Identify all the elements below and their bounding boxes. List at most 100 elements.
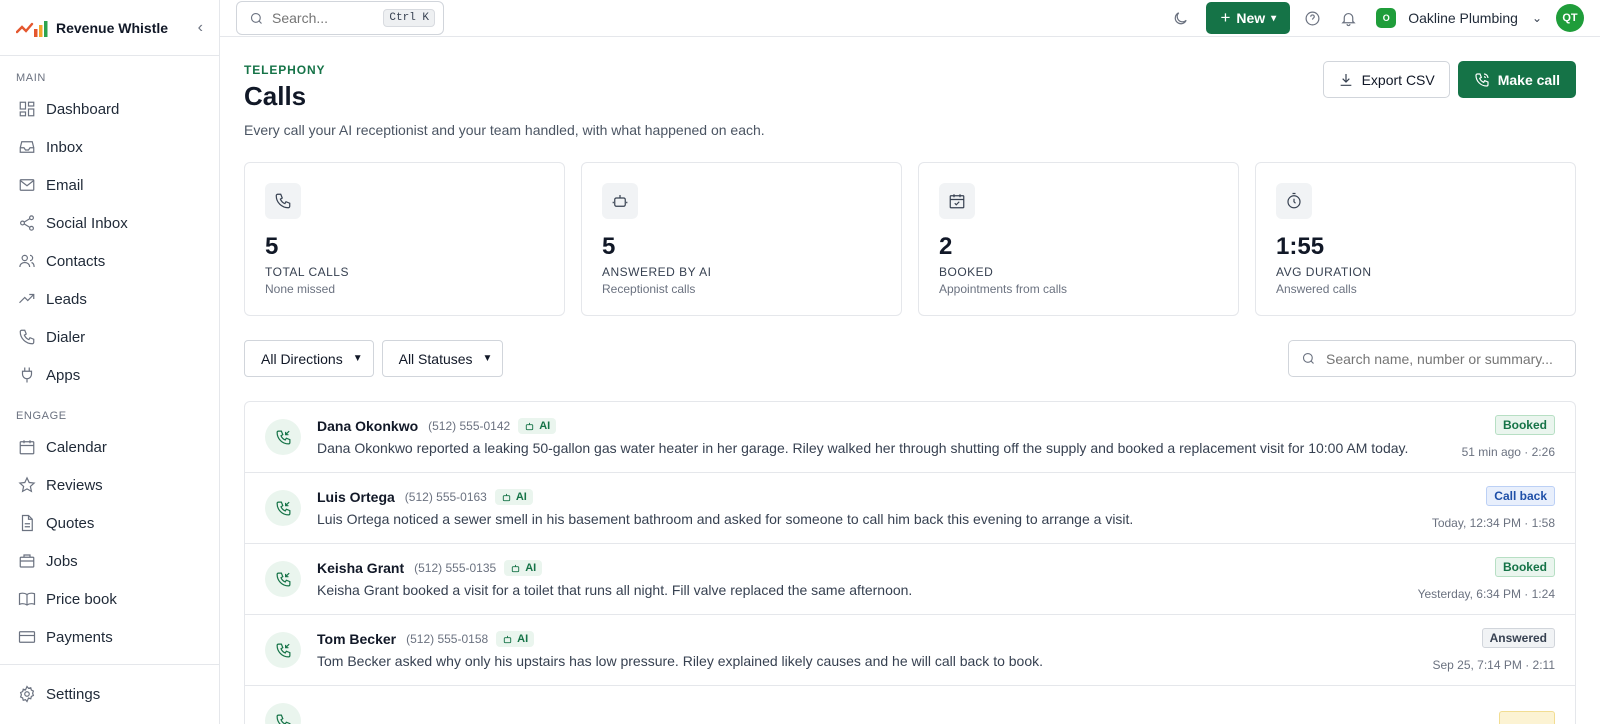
topbar: Ctrl K + New ▾ O Oakli [220, 0, 1600, 37]
plus-icon: + [1220, 8, 1231, 27]
incoming-call-icon-wrap [265, 632, 301, 668]
user-avatar[interactable]: QT [1556, 4, 1584, 32]
sidebar-item-label: Price book [46, 590, 117, 608]
sidebar-item-leads[interactable]: Leads [0, 280, 219, 318]
phone-incoming-icon [276, 430, 290, 444]
sidebar-item-contacts[interactable]: Contacts [0, 242, 219, 280]
sidebar-item-payments[interactable]: Payments [0, 618, 219, 656]
status-filter[interactable]: All Statuses ▼ [381, 340, 504, 377]
caller-name: Luis Ortega [317, 489, 395, 505]
ai-badge: AI [504, 560, 543, 576]
collapse-sidebar-icon[interactable]: ‹ [198, 19, 203, 37]
inbox-icon [19, 141, 35, 153]
chevron-down-icon: ⌄ [1531, 11, 1542, 25]
org-switcher[interactable]: O Oakline Plumbing ⌄ [1376, 8, 1556, 28]
stat-icon-wrap [1276, 183, 1312, 219]
sidebar-item-apps[interactable]: Apps [0, 356, 219, 394]
search-shortcut: Ctrl K [383, 9, 435, 27]
call-status-area [1498, 711, 1555, 724]
search-icon [250, 12, 262, 24]
topbar-actions: + New ▾ O Oakline Plumbing ⌄ QT [1162, 0, 1584, 36]
call-row[interactable]: Tom Becker (512) 555-0158 AI Tom Becker … [245, 615, 1575, 686]
call-status-area: Call back Today, 12:34 PM · 1:58 [1432, 486, 1555, 530]
chevron-down-icon: ▾ [1271, 12, 1277, 24]
sidebar-item-label: Reviews [46, 476, 103, 494]
page-content: TELEPHONY Calls Every call your AI recep… [220, 37, 1600, 724]
sidebar-item-label: Dashboard [46, 100, 120, 118]
call-meta: Sep 25, 7:14 PM · 2:11 [1432, 658, 1555, 672]
stat-sub: Appointments from calls [939, 282, 1068, 296]
sidebar-item-jobs[interactable]: Jobs [0, 542, 219, 580]
stat-label: AVG DURATION [1276, 265, 1372, 279]
call-summary: Luis Ortega noticed a sewer smell in his… [317, 511, 1134, 527]
page-header: TELEPHONY Calls Every call your AI recep… [244, 61, 1576, 138]
stat-label: BOOKED [939, 265, 994, 279]
sidebar-section-main: MAIN Dashboard Inbox Email Social Inbox … [0, 56, 219, 394]
phone-incoming-icon [276, 714, 290, 724]
export-csv-button[interactable]: Export CSV [1322, 61, 1450, 98]
call-summary: Dana Okonkwo reported a leaking 50-gallo… [317, 440, 1409, 456]
sidebar-item-settings[interactable]: Settings [0, 675, 219, 713]
sidebar-item-dialer[interactable]: Dialer [0, 318, 219, 356]
sidebar-item-label: Inbox [46, 138, 83, 156]
help-button[interactable] [1294, 0, 1330, 36]
ai-badge-label: AI [515, 491, 527, 503]
sidebar-item-social-inbox[interactable]: Social Inbox [0, 204, 219, 242]
call-summary: Keisha Grant booked a visit for a toilet… [317, 582, 913, 598]
sidebar-item-email[interactable]: Email [0, 166, 219, 204]
sidebar-item-inbox[interactable]: Inbox [0, 128, 219, 166]
ai-badge-label: AI [539, 420, 551, 432]
gear-icon [19, 685, 35, 703]
sidebar-item-label: Calendar [46, 438, 107, 456]
plug-icon [21, 367, 33, 383]
make-call-button[interactable]: Make call [1457, 61, 1576, 98]
call-details: Luis Ortega (512) 555-0163 AI Luis Orteg… [317, 489, 1416, 527]
caller-name: Keisha Grant [317, 560, 405, 576]
sidebar-item-label: Social Inbox [46, 214, 128, 232]
call-row[interactable]: Keisha Grant (512) 555-0135 AI Keisha Gr… [245, 544, 1575, 615]
status-badge: Answered [1481, 628, 1555, 648]
filters-bar: All Directions ▼ All Statuses ▼ [244, 340, 1576, 377]
ai-badge-label: AI [517, 633, 529, 645]
sidebar-item-calendar[interactable]: Calendar [0, 428, 219, 466]
stat-value: 2 [939, 233, 953, 260]
caller-phone: (512) 555-0158 [406, 632, 489, 646]
call-row[interactable]: Luis Ortega (512) 555-0163 AI Luis Orteg… [245, 473, 1575, 544]
ai-badge-label: AI [525, 562, 537, 574]
download-icon [1340, 73, 1351, 86]
call-row[interactable]: Dana Okonkwo (512) 555-0142 AI Dana Okon… [245, 402, 1575, 473]
book-icon [18, 592, 36, 606]
card-icon [18, 631, 36, 643]
notifications-button[interactable] [1330, 0, 1366, 36]
calls-search[interactable] [1288, 340, 1576, 377]
stat-sub: Receptionist calls [602, 282, 696, 296]
section-label: ENGAGE [16, 410, 67, 422]
bell-icon [1341, 12, 1356, 26]
calls-search-input[interactable] [1326, 350, 1563, 367]
bot-icon [504, 635, 512, 643]
stat-value: 1:55 [1276, 233, 1325, 260]
call-header: Luis Ortega (512) 555-0163 AI [317, 489, 1416, 505]
global-search-input[interactable] [272, 10, 384, 26]
page-actions: Export CSV Make call [1322, 61, 1576, 138]
call-header: Dana Okonkwo (512) 555-0142 AI [317, 418, 1446, 434]
sidebar-item-quotes[interactable]: Quotes [0, 504, 219, 542]
brand-logo-icon [16, 20, 48, 37]
theme-toggle-button[interactable] [1162, 0, 1198, 36]
call-row-partial[interactable] [245, 686, 1575, 724]
grid-icon [19, 101, 35, 117]
sidebar-item-dashboard[interactable]: Dashboard [0, 90, 219, 128]
calendar-icon [19, 440, 35, 455]
global-search[interactable]: Ctrl K [236, 1, 444, 35]
direction-filter[interactable]: All Directions ▼ [244, 340, 374, 377]
stat-icon-wrap [939, 183, 975, 219]
sidebar-item-label: Contacts [46, 252, 106, 270]
sidebar-item-price-book[interactable]: Price book [0, 580, 219, 618]
sidebar-item-label: Leads [46, 290, 87, 308]
chevron-down-icon: ▼ [482, 353, 493, 364]
new-button[interactable]: + New ▾ [1206, 2, 1291, 34]
sidebar-item-reviews[interactable]: Reviews [0, 466, 219, 504]
stat-label: ANSWERED BY AI [602, 265, 712, 279]
page-subtitle: Every call your AI receptionist and your… [244, 122, 765, 138]
phone-icon [19, 329, 35, 345]
